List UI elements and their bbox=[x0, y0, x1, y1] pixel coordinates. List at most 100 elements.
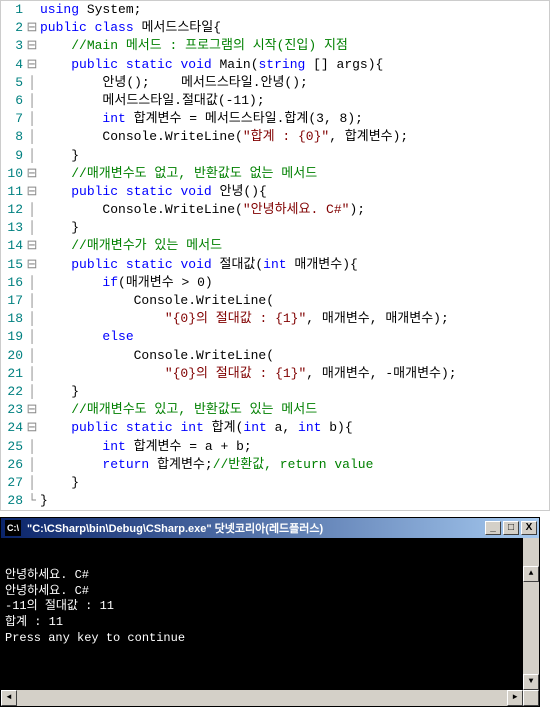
code-line[interactable]: 25│ int 합계변수 = a + b; bbox=[1, 438, 549, 456]
code-content[interactable]: if(매개변수 > 0) bbox=[38, 274, 549, 292]
fold-marker[interactable]: │ bbox=[26, 310, 38, 328]
code-line[interactable]: 10⊟ //매개변수도 없고, 반환값도 없는 메서드 bbox=[1, 165, 549, 183]
scroll-up-icon[interactable]: ▲ bbox=[523, 566, 539, 582]
code-line[interactable]: 21│ "{0}의 절대값 : {1}", 매개변수, -매개변수); bbox=[1, 365, 549, 383]
code-line[interactable]: 7│ int 합계변수 = 메서드스타일.합계(3, 8); bbox=[1, 110, 549, 128]
code-content[interactable]: int 합계변수 = a + b; bbox=[38, 438, 549, 456]
code-content[interactable]: public static void Main(string [] args){ bbox=[38, 56, 549, 74]
fold-marker[interactable]: │ bbox=[26, 328, 38, 346]
fold-marker[interactable]: │ bbox=[26, 365, 38, 383]
code-content[interactable]: using System; bbox=[38, 1, 549, 19]
code-line[interactable]: 8│ Console.WriteLine("합계 : {0}", 합계변수); bbox=[1, 128, 549, 146]
code-content[interactable]: public static int 합계(int a, int b){ bbox=[38, 419, 549, 437]
window-title: "C:\CSharp\bin\Debug\CSharp.exe" 닷넷코리아(레… bbox=[25, 520, 485, 536]
code-line[interactable]: 6│ 메서드스타일.절대값(-11); bbox=[1, 92, 549, 110]
fold-marker[interactable]: │ bbox=[26, 110, 38, 128]
code-content[interactable]: return 합계변수;//반환값, return value bbox=[38, 456, 549, 474]
code-line[interactable]: 13│ } bbox=[1, 219, 549, 237]
code-line[interactable]: 14⊟ //매개변수가 있는 메서드 bbox=[1, 237, 549, 255]
code-line[interactable]: 12│ Console.WriteLine("안녕하세요. C#"); bbox=[1, 201, 549, 219]
fold-marker[interactable]: │ bbox=[26, 92, 38, 110]
scroll-right-icon[interactable]: ► bbox=[507, 690, 523, 706]
code-content[interactable]: 안녕(); 메서드스타일.안녕(); bbox=[38, 74, 549, 92]
code-content[interactable]: "{0}의 절대값 : {1}", 매개변수, 매개변수); bbox=[38, 310, 549, 328]
code-line[interactable]: 22│ } bbox=[1, 383, 549, 401]
code-content[interactable]: //매개변수가 있는 메서드 bbox=[38, 237, 549, 255]
fold-marker[interactable]: ⊟ bbox=[26, 256, 38, 274]
minimize-button[interactable]: _ bbox=[485, 521, 501, 535]
code-content[interactable]: else bbox=[38, 328, 549, 346]
code-content[interactable]: } bbox=[38, 219, 549, 237]
code-content[interactable]: public static void 절대값(int 매개변수){ bbox=[38, 256, 549, 274]
fold-marker[interactable]: │ bbox=[26, 438, 38, 456]
code-line[interactable]: 26│ return 합계변수;//반환값, return value bbox=[1, 456, 549, 474]
code-line[interactable]: 1 using System; bbox=[1, 1, 549, 19]
fold-marker[interactable]: ⊟ bbox=[26, 237, 38, 255]
code-content[interactable]: } bbox=[38, 474, 549, 492]
code-content[interactable]: "{0}의 절대값 : {1}", 매개변수, -매개변수); bbox=[38, 365, 549, 383]
fold-marker[interactable]: │ bbox=[26, 74, 38, 92]
scroll-left-icon[interactable]: ◄ bbox=[1, 690, 17, 706]
code-content[interactable]: //매개변수도 없고, 반환값도 없는 메서드 bbox=[38, 165, 549, 183]
line-number: 17 bbox=[1, 292, 26, 310]
code-content[interactable]: Console.WriteLine("합계 : {0}", 합계변수); bbox=[38, 128, 549, 146]
code-line[interactable]: 15⊟ public static void 절대값(int 매개변수){ bbox=[1, 256, 549, 274]
code-content[interactable]: //매개변수도 있고, 반환값도 있는 메서드 bbox=[38, 401, 549, 419]
fold-marker[interactable]: ⊟ bbox=[26, 401, 38, 419]
code-content[interactable]: int 합계변수 = 메서드스타일.합계(3, 8); bbox=[38, 110, 549, 128]
code-line[interactable]: 4⊟ public static void Main(string [] arg… bbox=[1, 56, 549, 74]
maximize-button[interactable]: □ bbox=[503, 521, 519, 535]
code-line[interactable]: 27│ } bbox=[1, 474, 549, 492]
code-content[interactable]: Console.WriteLine("안녕하세요. C#"); bbox=[38, 201, 549, 219]
code-content[interactable]: Console.WriteLine( bbox=[38, 292, 549, 310]
code-line[interactable]: 5│ 안녕(); 메서드스타일.안녕(); bbox=[1, 74, 549, 92]
horizontal-scrollbar[interactable]: ◄ ► bbox=[1, 690, 539, 706]
code-content[interactable]: 메서드스타일.절대값(-11); bbox=[38, 92, 549, 110]
fold-marker[interactable]: ⊟ bbox=[26, 56, 38, 74]
fold-marker[interactable]: │ bbox=[26, 292, 38, 310]
code-line[interactable]: 11⊟ public static void 안녕(){ bbox=[1, 183, 549, 201]
fold-marker[interactable]: ⊟ bbox=[26, 19, 38, 37]
fold-marker[interactable]: │ bbox=[26, 201, 38, 219]
fold-marker[interactable]: │ bbox=[26, 274, 38, 292]
fold-marker[interactable]: ⊟ bbox=[26, 37, 38, 55]
code-content[interactable]: public static void 안녕(){ bbox=[38, 183, 549, 201]
fold-marker[interactable]: │ bbox=[26, 456, 38, 474]
fold-marker[interactable]: ⊟ bbox=[26, 419, 38, 437]
resize-grip[interactable] bbox=[523, 690, 539, 706]
code-line[interactable]: 18│ "{0}의 절대값 : {1}", 매개변수, 매개변수); bbox=[1, 310, 549, 328]
code-content[interactable]: } bbox=[38, 147, 549, 165]
code-line[interactable]: 28└} bbox=[1, 492, 549, 510]
code-content[interactable]: } bbox=[38, 492, 549, 510]
code-line[interactable]: 20│ Console.WriteLine( bbox=[1, 347, 549, 365]
scroll-down-icon[interactable]: ▼ bbox=[523, 674, 539, 690]
code-line[interactable]: 2⊟public class 메서드스타일{ bbox=[1, 19, 549, 37]
fold-marker[interactable]: │ bbox=[26, 347, 38, 365]
code-line[interactable]: 9│ } bbox=[1, 147, 549, 165]
fold-marker[interactable] bbox=[26, 1, 38, 19]
fold-marker[interactable]: │ bbox=[26, 147, 38, 165]
code-line[interactable]: 19│ else bbox=[1, 328, 549, 346]
code-content[interactable]: //Main 메서드 : 프로그램의 시작(진입) 지점 bbox=[38, 37, 549, 55]
code-content[interactable]: Console.WriteLine( bbox=[38, 347, 549, 365]
fold-marker[interactable]: ⊟ bbox=[26, 165, 38, 183]
code-line[interactable]: 3⊟ //Main 메서드 : 프로그램의 시작(진입) 지점 bbox=[1, 37, 549, 55]
line-number: 5 bbox=[1, 74, 26, 92]
fold-marker[interactable]: │ bbox=[26, 383, 38, 401]
close-button[interactable]: X bbox=[521, 521, 537, 535]
code-line[interactable]: 16│ if(매개변수 > 0) bbox=[1, 274, 549, 292]
code-line[interactable]: 17│ Console.WriteLine( bbox=[1, 292, 549, 310]
fold-marker[interactable]: ⊟ bbox=[26, 183, 38, 201]
fold-marker[interactable]: │ bbox=[26, 128, 38, 146]
code-editor[interactable]: 1 using System;2⊟public class 메서드스타일{3⊟ … bbox=[0, 0, 550, 511]
fold-marker[interactable]: │ bbox=[26, 219, 38, 237]
fold-marker[interactable]: └ bbox=[26, 492, 38, 510]
code-line[interactable]: 23⊟ //매개변수도 있고, 반환값도 있는 메서드 bbox=[1, 401, 549, 419]
code-content[interactable]: } bbox=[38, 383, 549, 401]
code-content[interactable]: public class 메서드스타일{ bbox=[38, 19, 549, 37]
fold-marker[interactable]: │ bbox=[26, 474, 38, 492]
vertical-scrollbar[interactable]: ▲ ▼ bbox=[523, 538, 539, 690]
code-line[interactable]: 24⊟ public static int 합계(int a, int b){ bbox=[1, 419, 549, 437]
line-number: 26 bbox=[1, 456, 26, 474]
titlebar[interactable]: C:\ "C:\CSharp\bin\Debug\CSharp.exe" 닷넷코… bbox=[1, 518, 539, 538]
